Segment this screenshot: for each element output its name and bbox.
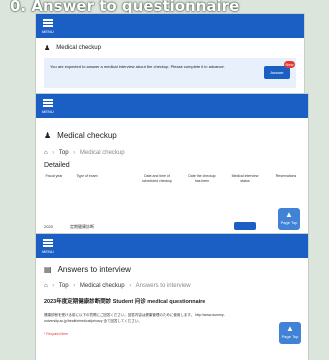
table-row: 2023 定期健康診断 bbox=[36, 222, 308, 232]
user-icon: ♟ bbox=[44, 131, 52, 140]
breadcrumb-separator: › bbox=[52, 283, 55, 289]
page-top-label: Page Top bbox=[281, 334, 299, 339]
section-title-text: Medical checkup bbox=[56, 45, 101, 51]
home-icon[interactable]: ⌂ bbox=[44, 283, 48, 289]
menu-label[interactable]: MENU bbox=[42, 29, 54, 34]
header-bar: MENU bbox=[36, 94, 308, 118]
screenshot-answers-interview: MENU ▤ Answers to interview ⌂ › Top › Me… bbox=[36, 234, 308, 360]
header-bar: MENU bbox=[36, 14, 304, 38]
document-icon: ▤ bbox=[44, 265, 52, 274]
breadcrumb-separator: › bbox=[73, 283, 76, 289]
breadcrumb: ⌂ › Top › Medical checkup bbox=[44, 150, 125, 156]
notice-text: You are expected to answer a medical int… bbox=[50, 64, 225, 69]
detail-heading: Detailed bbox=[44, 162, 70, 169]
breadcrumb-separator: › bbox=[73, 150, 76, 156]
arrow-up-icon: ▲ bbox=[285, 210, 293, 219]
user-icon: ♟ bbox=[44, 45, 51, 52]
screenshot-medical-checkup: MENU ♟ Medical checkup ⌂ › Top › Medical… bbox=[36, 94, 308, 240]
menu-label[interactable]: MENU bbox=[42, 109, 54, 114]
page-title-text: Answers to interview bbox=[57, 265, 131, 274]
required-note: * Required item bbox=[44, 332, 69, 336]
page-title: ▤ Answers to interview bbox=[44, 265, 131, 274]
page-top-button[interactable]: ▲ Page Top bbox=[279, 322, 301, 344]
breadcrumb-current: Answers to interview bbox=[135, 283, 191, 289]
interview-answer-button[interactable] bbox=[234, 222, 256, 230]
col-exam-type: Type of exam bbox=[76, 174, 98, 178]
interview-notice: You are expected to answer a medical int… bbox=[44, 58, 296, 88]
col-fiscal-year: Fiscal year bbox=[45, 174, 63, 178]
page-title-text: Medical checkup bbox=[57, 131, 117, 140]
col-interview-status: Medical interview status bbox=[231, 174, 259, 183]
header-bar: MENU bbox=[36, 234, 308, 258]
row-exam-type: 定期健康診断 bbox=[70, 224, 94, 229]
questionnaire-text: 健康診断を受ける前に以下の質問にご回答ください。回答内容は健康管理のために使用し… bbox=[44, 313, 225, 323]
menu-icon[interactable] bbox=[43, 239, 53, 247]
page-top-button[interactable]: ▲ Page Top bbox=[278, 208, 300, 230]
new-badge: New bbox=[284, 61, 295, 68]
home-icon[interactable]: ⌂ bbox=[44, 150, 48, 156]
table-header: Fiscal year Type of exam Date and time o… bbox=[36, 174, 308, 208]
arrow-up-icon: ▲ bbox=[286, 324, 294, 333]
breadcrumb-separator: › bbox=[129, 283, 132, 289]
questionnaire-title: 2023年度定期健康診断問診 Student 问诊 medical questi… bbox=[44, 299, 206, 305]
menu-icon[interactable] bbox=[43, 99, 53, 107]
section-title: ♟ Medical checkup bbox=[44, 44, 101, 52]
page-title: ♟ Medical checkup bbox=[44, 131, 117, 140]
breadcrumb-top[interactable]: Top bbox=[59, 150, 69, 156]
breadcrumb: ⌂ › Top › Medical checkup › Answers to i… bbox=[44, 283, 191, 289]
col-reservations: Reservations bbox=[275, 174, 297, 178]
row-year: 2023 bbox=[44, 224, 53, 229]
breadcrumb-medical-checkup[interactable]: Medical checkup bbox=[80, 283, 125, 289]
menu-label[interactable]: MENU bbox=[42, 249, 54, 254]
col-scheduled-date: Date and time of scheduled checkup bbox=[142, 174, 172, 183]
screenshot-dashboard: MENU ♟ Medical checkup You are expected … bbox=[36, 14, 304, 96]
col-checkup-date: Date the checkup has been bbox=[188, 174, 216, 183]
menu-icon[interactable] bbox=[43, 19, 53, 27]
breadcrumb-top[interactable]: Top bbox=[59, 283, 69, 289]
breadcrumb-separator: › bbox=[52, 150, 55, 156]
page-top-label: Page Top bbox=[280, 220, 298, 225]
breadcrumb-current: Medical checkup bbox=[79, 150, 125, 156]
